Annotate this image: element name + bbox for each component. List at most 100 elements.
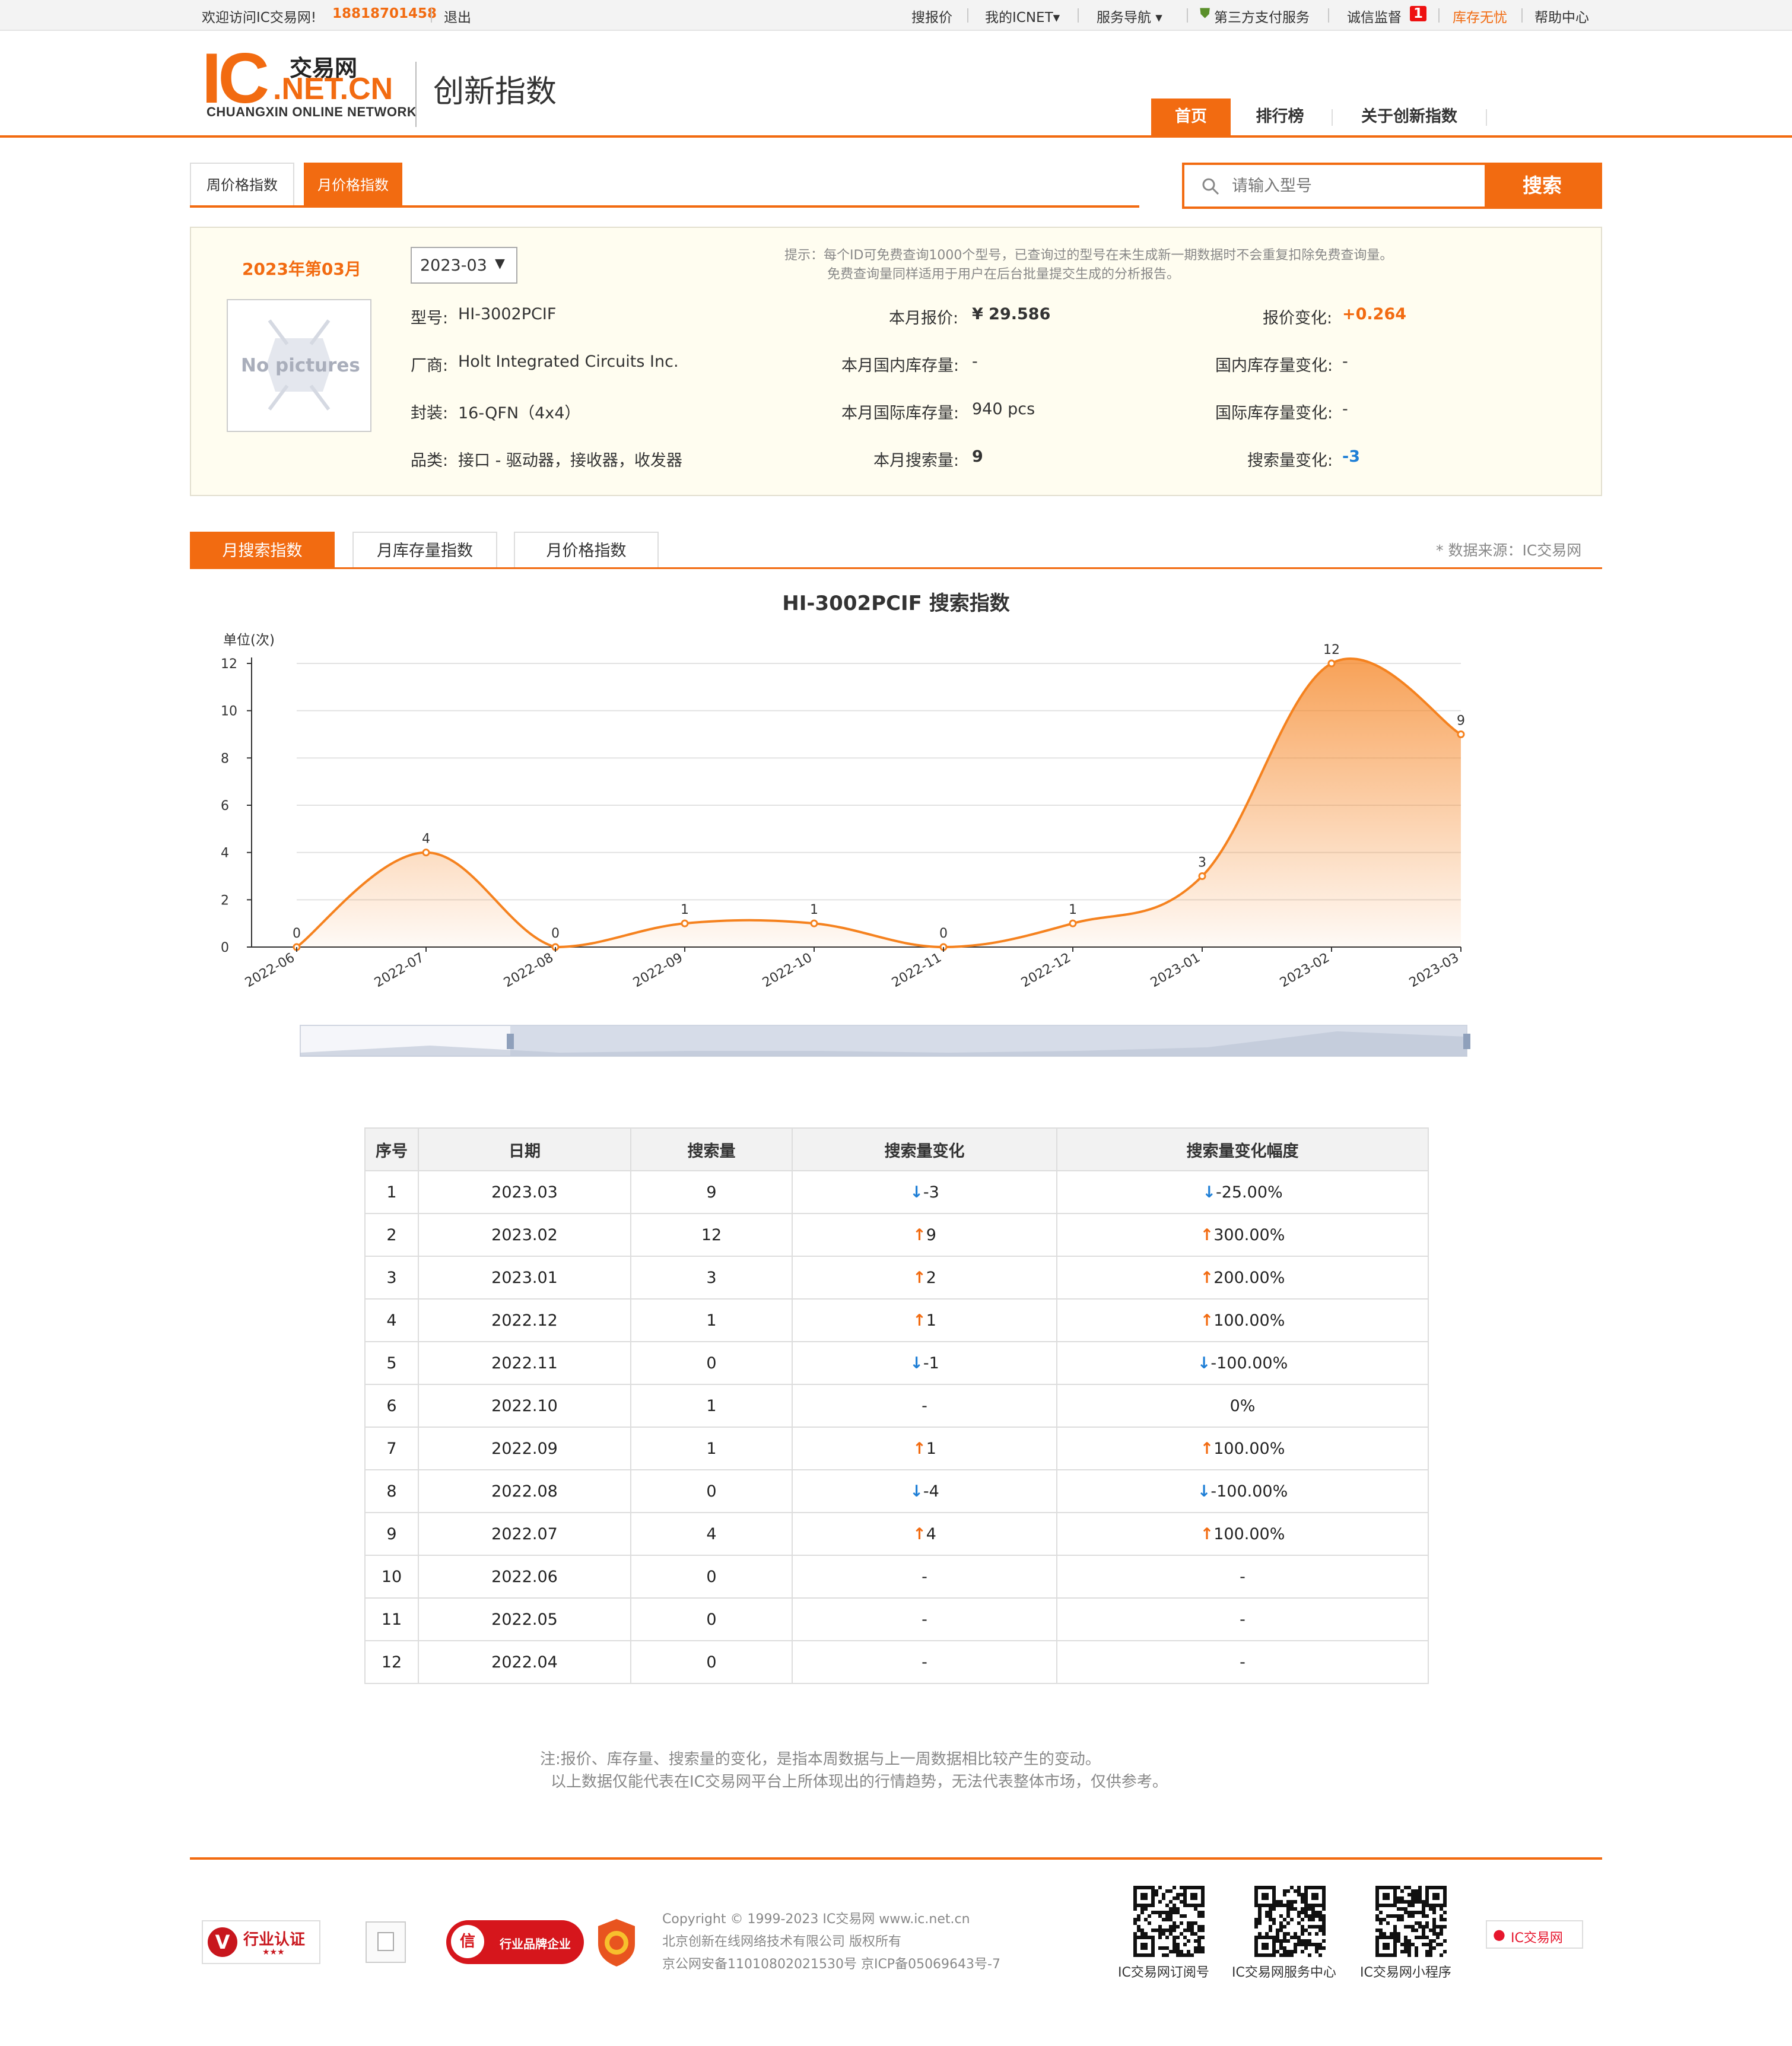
row-searches: 9: [630, 1170, 793, 1214]
weibo-link[interactable]: ● IC交易网: [1486, 1920, 1583, 1949]
industry-cert-text: 行业认证: [243, 1931, 306, 1949]
chart-point[interactable]: [1457, 730, 1465, 738]
domestic-change-label: 国内库存量变化:: [1215, 357, 1333, 375]
row-date: 2022.11: [418, 1341, 631, 1385]
row-change-pct-value: -100.00%: [1210, 1354, 1288, 1373]
zoom-handle-left[interactable]: [507, 1034, 514, 1049]
domestic-stock-value: -: [972, 352, 978, 371]
table-row: 6 2022.10 1-0%: [364, 1384, 1429, 1428]
inventory-link[interactable]: 库存无忧: [1453, 6, 1507, 26]
row-index: 3: [364, 1256, 419, 1300]
arrow-up-icon: ↑: [913, 1268, 926, 1287]
row-change-pct: ↓-100.00%: [1056, 1469, 1429, 1513]
period-select[interactable]: 2023-03 ▼: [411, 247, 517, 284]
model-label: 型号:: [411, 309, 449, 328]
row-index: 2: [364, 1213, 419, 1257]
row-change-value: -1: [923, 1354, 939, 1373]
intl-stock-value: 940 pcs: [972, 400, 1035, 418]
y-tick-label: 6: [221, 799, 229, 814]
row-change-pct: ↓-25.00%: [1056, 1170, 1429, 1214]
brand-enterprise-badge[interactable]: 信 行业品牌企业: [446, 1920, 584, 1964]
row-change-pct-value: 100.00%: [1213, 1524, 1285, 1543]
arrow-down-icon: ↓: [910, 1482, 923, 1501]
row-index: 9: [364, 1512, 419, 1556]
quote-search-link[interactable]: 搜报价: [911, 6, 952, 26]
intl-change-value: -: [1342, 400, 1348, 418]
row-searches: 1: [630, 1298, 793, 1342]
data-source: * 数据来源：IC交易网: [1436, 542, 1582, 559]
row-change-pct: -: [1056, 1597, 1429, 1641]
chart-data-label: 0: [939, 926, 948, 941]
tip-line-1: 提示：每个ID可免费查询1000个型号，已查询过的型号在未生成新一期数据时不会重…: [784, 248, 1393, 263]
qr-code-subscription: [1132, 1885, 1206, 1958]
credit-supervision-link[interactable]: 诚信监督: [1347, 6, 1402, 26]
row-change-pct-value: -100.00%: [1210, 1482, 1288, 1501]
chevron-down-icon: ▼: [495, 256, 505, 271]
category-label: 品类:: [411, 452, 449, 470]
qr-label-miniprogram: IC交易网小程序: [1360, 1965, 1451, 1980]
price-label: 本月报价:: [889, 309, 959, 328]
row-change-value: 1: [926, 1439, 936, 1458]
model-value: HI-3002PCIF: [458, 305, 557, 323]
table-row: 4 2022.12 1 ↑1 ↑100.00%: [364, 1298, 1429, 1342]
row-change-pct: ↓-100.00%: [1056, 1341, 1429, 1385]
third-party-pay-link[interactable]: 第三方支付服务: [1214, 6, 1310, 26]
searches-label: 本月搜索量:: [873, 452, 959, 470]
chart-point[interactable]: [1198, 872, 1206, 880]
tab-monthly-search-index[interactable]: 月搜索指数: [190, 532, 335, 568]
x-tick-label: 2022-11: [889, 951, 944, 991]
tab-monthly-price-index-chart[interactable]: 月价格指数: [514, 532, 659, 568]
table-row: 3 2023.01 3 ↑2 ↑200.00%: [364, 1256, 1429, 1300]
copyright-text: Copyright © 1999-2023 IC交易网 www.ic.net.c…: [662, 1912, 970, 1927]
chart-data-label: 0: [551, 926, 560, 941]
chart-point[interactable]: [422, 849, 430, 857]
arrow-up-icon: ↑: [1200, 1311, 1214, 1330]
chart-point[interactable]: [681, 919, 689, 927]
row-change-pct: ↑100.00%: [1056, 1512, 1429, 1556]
my-icnet-menu[interactable]: 我的ICNET▾: [985, 6, 1060, 26]
zoom-handle-right[interactable]: [1463, 1034, 1470, 1049]
row-index: 10: [364, 1555, 419, 1599]
credit-shield-icon[interactable]: [596, 1918, 637, 1968]
nav-ranking[interactable]: 排行榜: [1243, 99, 1317, 135]
category-value: 接口 - 驱动器，接收器，收发器: [458, 452, 682, 470]
service-nav-menu[interactable]: 服务导航 ▾: [1097, 6, 1162, 26]
x-tick-label: 2023-03: [1407, 951, 1461, 991]
industry-cert-badge[interactable]: V 行业认证 ★★★: [202, 1920, 320, 1964]
tab-monthly-stock-index[interactable]: 月库存量指数: [352, 532, 497, 568]
logout-link[interactable]: 退出: [444, 6, 471, 26]
chart-point[interactable]: [810, 919, 818, 927]
v-icon: V: [208, 1927, 237, 1957]
x-tick-label: 2022-12: [1019, 951, 1073, 991]
maker-value: Holt Integrated Circuits Inc.: [458, 352, 679, 371]
package-label: 封装:: [411, 404, 449, 422]
tab-weekly-price-index[interactable]: 周价格指数: [190, 163, 294, 205]
nav-home[interactable]: 首页: [1151, 99, 1231, 135]
product-image-placeholder: No pictures: [227, 299, 371, 432]
price-change-label: 报价变化:: [1263, 309, 1333, 328]
tab-monthly-price-index[interactable]: 月价格指数: [304, 163, 402, 205]
table-row: 5 2022.11 0 ↓-1 ↓-100.00%: [364, 1341, 1429, 1385]
help-center-link[interactable]: 帮助中心: [1534, 6, 1589, 26]
seal-icon: 信: [451, 1925, 484, 1958]
price-change-value: +0.264: [1342, 305, 1407, 323]
search-input[interactable]: [1232, 172, 1529, 199]
arrow-up-icon: ↑: [913, 1311, 926, 1330]
search-change-value: -3: [1342, 447, 1360, 466]
row-date: 2023.03: [418, 1170, 631, 1214]
search-button[interactable]: 搜索: [1485, 165, 1600, 206]
row-change-pct-value: 100.00%: [1213, 1439, 1285, 1458]
nav-about[interactable]: 关于创新指数: [1347, 99, 1472, 135]
product-info-panel: 2023年第03月 2023-03 ▼ No pictures 提示：每个ID可…: [190, 227, 1602, 496]
chart-point[interactable]: [1327, 659, 1336, 668]
no-pictures-text: No pictures: [241, 355, 360, 376]
row-searches: 4: [630, 1512, 793, 1556]
arrow-up-icon: ↑: [1200, 1225, 1214, 1244]
row-searches: 0: [630, 1597, 793, 1641]
row-date: 2022.09: [418, 1427, 631, 1470]
chart-data-label: 12: [1323, 643, 1340, 657]
row-change: ↑9: [792, 1213, 1057, 1257]
chart-point[interactable]: [1069, 919, 1077, 927]
header-divider: [0, 135, 1792, 138]
col-header-change-pct: 搜索量变化幅度: [1056, 1127, 1429, 1171]
